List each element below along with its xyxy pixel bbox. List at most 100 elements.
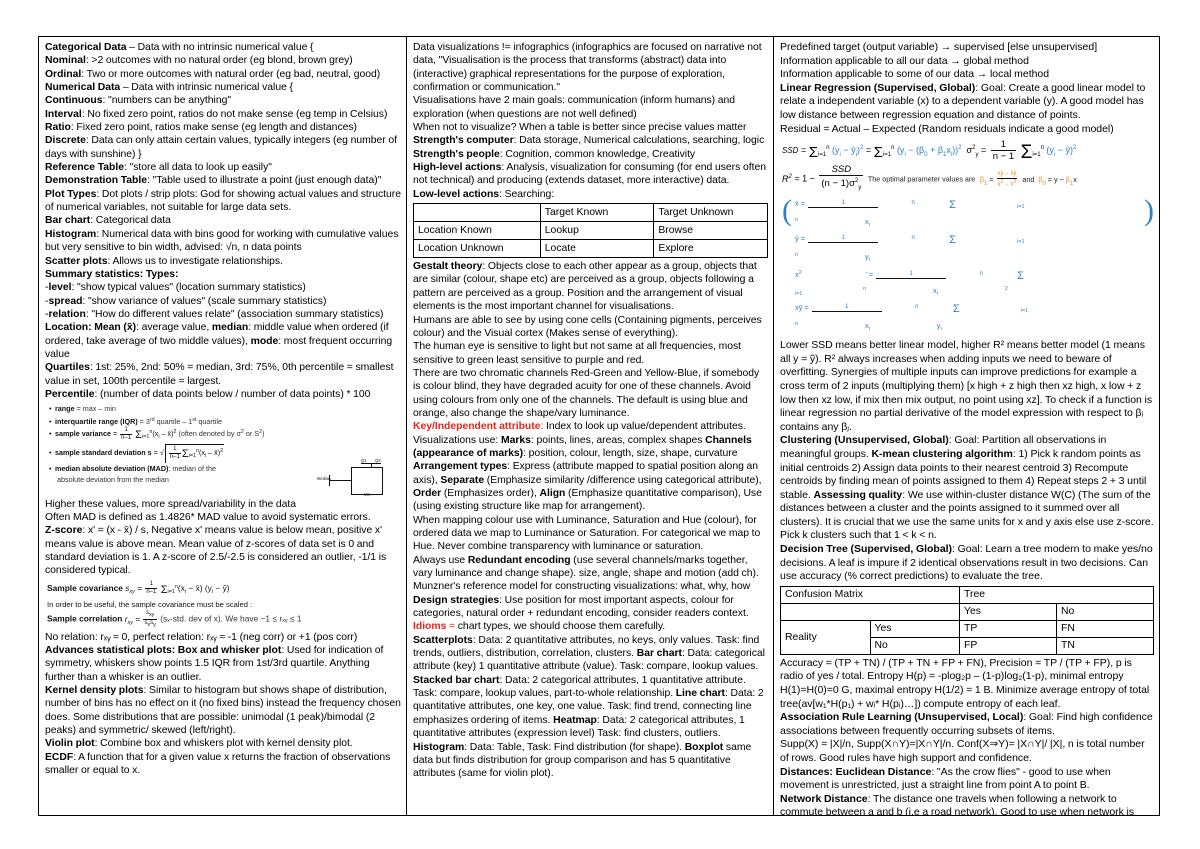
optimal-parameters-note: The optimal parameter values are xyxy=(867,174,976,184)
text-line: -spread: "show variance of values" (scal… xyxy=(45,295,327,307)
text-line: Kernel density plots: Similar to histogr… xyxy=(45,685,401,737)
text-line: Humans are able to see by using cone cel… xyxy=(413,314,762,339)
text-line: Always use Redundant encoding (use sever… xyxy=(413,554,759,580)
text-line: Advances statistical plots: Box and whis… xyxy=(45,644,384,683)
table-row: Confusion Matrix Tree xyxy=(779,585,1154,604)
table-row: Yes No xyxy=(779,602,1154,621)
boxplot-figure-icon: Median Q1 Q3 Min xyxy=(317,457,401,497)
table-header-row: Target Known Target Unknown xyxy=(413,203,768,223)
text-line: ECDF: A function that for a given value … xyxy=(45,751,391,777)
text-line: Linear Regression (Supervised, Global): … xyxy=(780,81,1146,121)
text-line: Clustering (Unsupervised, Global): Goal:… xyxy=(780,434,1154,542)
text-line: Visualizations use: Marks: points, lines… xyxy=(413,434,752,459)
correlation-note: (sₓ-std. dev of x). We have −1 ≤ rₓᵧ ≤ 1 xyxy=(160,613,302,624)
text-line: Accuracy = (TP + TN) / (TP + TN + FP + F… xyxy=(780,656,1150,710)
boxplot-label-q3: Q3 xyxy=(375,457,381,463)
text-line: Idioms = chart types, we should choose t… xyxy=(413,621,666,633)
search-th-target-unknown: Target Unknown xyxy=(653,203,768,223)
text-line: When mapping colour use with Luminance, … xyxy=(413,514,761,553)
text-line: Strength's computer: Data storage, Numer… xyxy=(413,135,765,147)
text-line: Often MAD is defined as 1.4826* MAD valu… xyxy=(45,512,371,523)
text-line: Plot Types: Dot plots / strip plots: God… xyxy=(45,188,401,214)
formula-ssd-and-variance: SSD = Σi=1n (yi − ŷi)2 = Σi=1n (yi − (β0… xyxy=(782,139,1077,164)
text-line: Network Distance: The distance one trave… xyxy=(780,792,1135,815)
text-line: Discrete: Data can only attain certain v… xyxy=(45,135,398,160)
text-line: Quartiles: 1st: 25%, 2nd: 50% = median, … xyxy=(45,362,394,387)
text-line: Visualisations have 2 main goals: commun… xyxy=(413,95,736,120)
confusion-matrix-reality-label: Reality xyxy=(780,619,871,655)
searching-actions-table: Target Known Target Unknown Location Kno… xyxy=(413,203,768,259)
col1-lines-bottom: No relation: rₓᵧ ≈ 0, perfect relation: … xyxy=(45,631,401,778)
covariance-label: Sample covariance xyxy=(47,582,123,593)
text-line: -relation: "How do different values rela… xyxy=(45,308,384,320)
text-line: Interval: No fixed zero point, ratios do… xyxy=(45,108,388,120)
covariance-note: In order to be useful, the sample covari… xyxy=(47,599,253,609)
text-line: Violin plot: Combine box and whiskers pl… xyxy=(45,738,353,750)
search-th-blank xyxy=(413,203,541,223)
summary-statistics-formula-block: • range = max – min • interquartile range … xyxy=(49,403,401,497)
text-line: Distances: Euclidean Distance: "As the c… xyxy=(780,765,1111,792)
text-line: Bar chart: Categorical data xyxy=(45,215,171,227)
formula-iqr: • interquartile range (IQR) = 3rd quartil… xyxy=(49,416,223,426)
formula-sample-correlation: Sample correlation rxy = sxy sxsy (sₓ-std… xyxy=(47,610,302,628)
text-line: Data visualizations != infographics (inf… xyxy=(413,42,762,94)
search-row0-cell2: Browse xyxy=(653,221,768,241)
right-paren-icon: ) xyxy=(1144,194,1154,228)
column-visualization-theory: Data visualizations != infographics (inf… xyxy=(407,37,774,815)
column-statistics-basics: Categorical Data – Data with no intrinsi… xyxy=(39,37,407,815)
regression-formula-block: SSD = Σi=1n (yi − ŷi)2 = Σi=1n (yi − (β0… xyxy=(782,139,1154,336)
text-line: Munzner's reference model for constructi… xyxy=(413,581,751,593)
confusion-matrix-row0-label: Yes xyxy=(869,619,961,638)
col3-lines-middle: Lower SSD means better linear model, hig… xyxy=(780,339,1154,584)
col1-lines-top: Categorical Data – Data with no intrinsi… xyxy=(45,41,401,401)
text-line: Strength's people: Cognition, common kno… xyxy=(413,148,696,160)
confusion-matrix-tn: TN xyxy=(1056,636,1154,655)
formula-mad: • median absolute deviation (MAD): median… xyxy=(49,463,216,473)
text-line: There are two chromatic channels Red-Gre… xyxy=(413,367,760,419)
search-row1-cell2: Explore xyxy=(653,239,768,259)
confusion-matrix-tree-header: Tree xyxy=(959,585,1154,604)
text-line: Key/Independent attribute: Index to look… xyxy=(413,421,746,433)
text-line: Nominal: >2 outcomes with no natural ord… xyxy=(45,55,353,67)
column-machine-learning: Predefined target (output variable) → su… xyxy=(774,37,1159,815)
text-line: When not to visualize? When a table is b… xyxy=(413,122,747,134)
covariance-correlation-block: Sample covariance sxy = 1 n–1 Σi=1n(xi − … xyxy=(47,580,401,630)
text-line: No relation: rₓᵧ ≈ 0, perfect relation: … xyxy=(45,631,358,643)
text-line: Histogram: Numerical data with bins good… xyxy=(45,228,399,254)
text-line: Reference Table: "store all data to look… xyxy=(45,162,272,174)
col3-lines-bottom: Accuracy = (TP + TN) / (TP + TN + FP + F… xyxy=(780,657,1154,815)
confusion-matrix-title: Confusion Matrix xyxy=(779,585,961,604)
table-row: Location Known Lookup Browse xyxy=(413,221,768,241)
col1-lines-middle: Higher these values, more spread/variabi… xyxy=(45,498,401,578)
text-line: Gestalt theory: Objects close to each ot… xyxy=(413,261,757,313)
confusion-matrix-tp: TP xyxy=(959,619,1058,638)
formula-range: • range = max – min xyxy=(49,404,116,414)
text-line: Higher these values, more spread/variabi… xyxy=(45,498,297,510)
search-row0-cell1: Lookup xyxy=(539,221,655,241)
search-row1-cell1: Locate xyxy=(539,239,655,259)
confusion-matrix-row1-label: No xyxy=(869,636,961,655)
text-line: Demonstration Table: "Table used to illu… xyxy=(45,175,382,187)
text-line: Percentile: (number of data points below… xyxy=(45,388,371,400)
boxplot-label-median: Median xyxy=(317,475,331,481)
text-line: High-level actions: Analysis, visualizat… xyxy=(413,162,766,187)
formula-mad-cont: absolute deviation from the median xyxy=(57,475,169,485)
text-line: Arrangement types: Express (attribute ma… xyxy=(413,461,762,513)
text-line: Residual = Actual – Expected (Random res… xyxy=(780,122,1114,135)
text-line: Z-score: x' = (x - x̄) / s, Negative x' … xyxy=(45,525,387,577)
text-line: Information applicable to some of our da… xyxy=(780,68,1050,81)
text-line: Categorical Data – Data with no intrinsi… xyxy=(45,42,314,53)
formula-sample-covariance: Sample covariance sxy = 1 n–1 Σi=1n(xi − … xyxy=(47,581,230,596)
text-line: The human eye is sensitive to light but … xyxy=(413,341,742,366)
col2-lines-top: Data visualizations != infographics (inf… xyxy=(413,41,768,201)
text-line: Association Rule Learning (Unsupervised,… xyxy=(780,711,1153,737)
table-row: Reality Yes TP FN xyxy=(780,619,1154,655)
boxplot-label-q1: Q1 xyxy=(361,457,367,463)
text-line: Ratio: Fixed zero point, ratios make sen… xyxy=(45,122,357,134)
text-line: Numerical Data – Data with intrinsic num… xyxy=(45,82,293,94)
text-line: Location: Mean (x̄): average value, medi… xyxy=(45,322,393,360)
confusion-matrix-fn: FN xyxy=(1056,619,1154,638)
text-line: Decision Tree (Supervised, Global): Goal… xyxy=(780,543,1153,583)
confusion-matrix-table: Confusion Matrix Tree Yes No Reality Yes… xyxy=(779,585,1154,655)
search-th-target-known: Target Known xyxy=(539,203,655,223)
